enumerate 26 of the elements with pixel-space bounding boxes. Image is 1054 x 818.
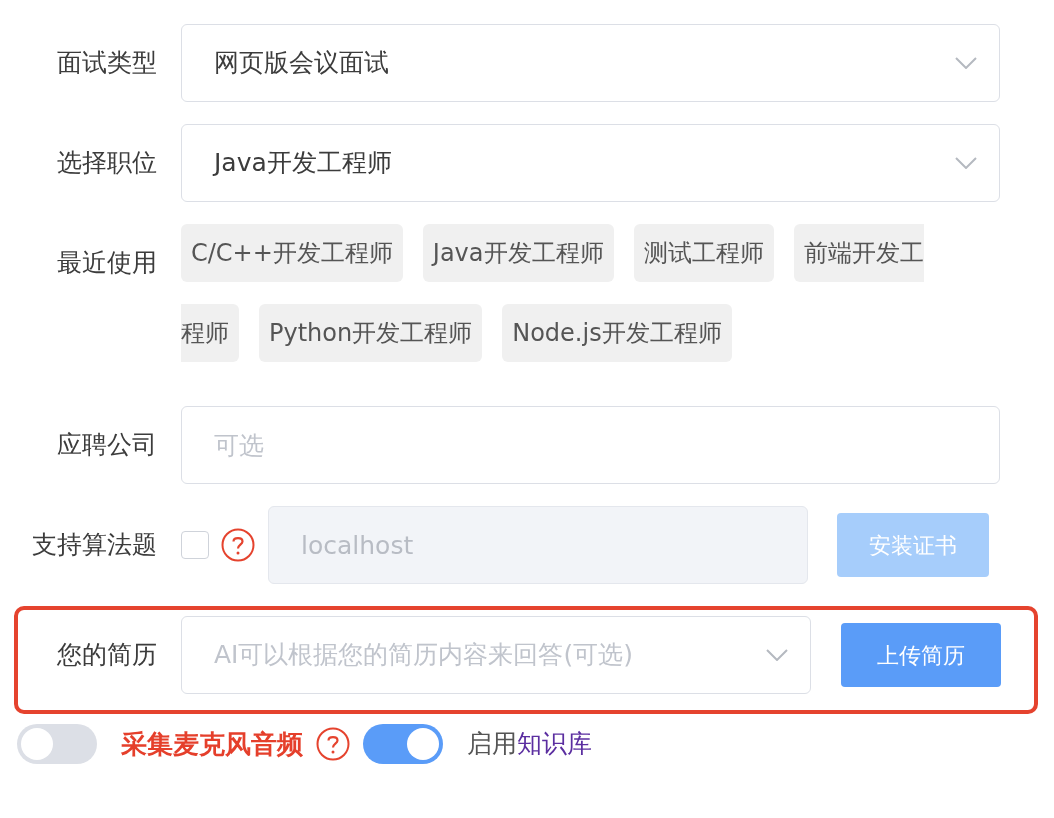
toggle-switch[interactable] [17,724,97,764]
toggle-label: 启用知识库 [467,728,592,761]
select-field[interactable]: Java开发工程师 [181,124,1000,202]
toggle-switch[interactable] [363,724,443,764]
toggle-label: 采集麦克风音频 [121,727,303,761]
chevron-icon [955,57,977,69]
help-icon[interactable] [221,528,255,562]
recent-chip[interactable]: 测试工程师 [633,224,774,282]
help-icon[interactable] [316,727,350,761]
field-label: 选择职位 [56,147,157,179]
knowledge-base-link[interactable]: 知识库 [517,729,592,759]
recent-chip[interactable]: Python开发工程师 [259,304,483,362]
chevron-icon [766,649,788,661]
select-field[interactable]: 网页版会议面试 [181,24,1000,102]
recent-chip[interactable]: Node.js开发工程师 [502,304,732,362]
chevron-icon [955,157,977,169]
recent-chip[interactable]: 前端开发工 [793,224,924,282]
recent-chip[interactable]: C/C++开发工程师 [181,224,403,282]
field-label: 最近使用 [56,247,157,279]
input-field[interactable]: 可选 [181,406,1000,484]
recent-chip[interactable]: Java开发工程师 [422,224,614,282]
field-label: 支持算法题 [31,529,157,561]
field-label: 应聘公司 [56,429,157,461]
field-label: 您的简历 [56,639,157,671]
recent-chip[interactable]: 程师 [181,304,239,362]
field-label: 面试类型 [56,47,157,79]
